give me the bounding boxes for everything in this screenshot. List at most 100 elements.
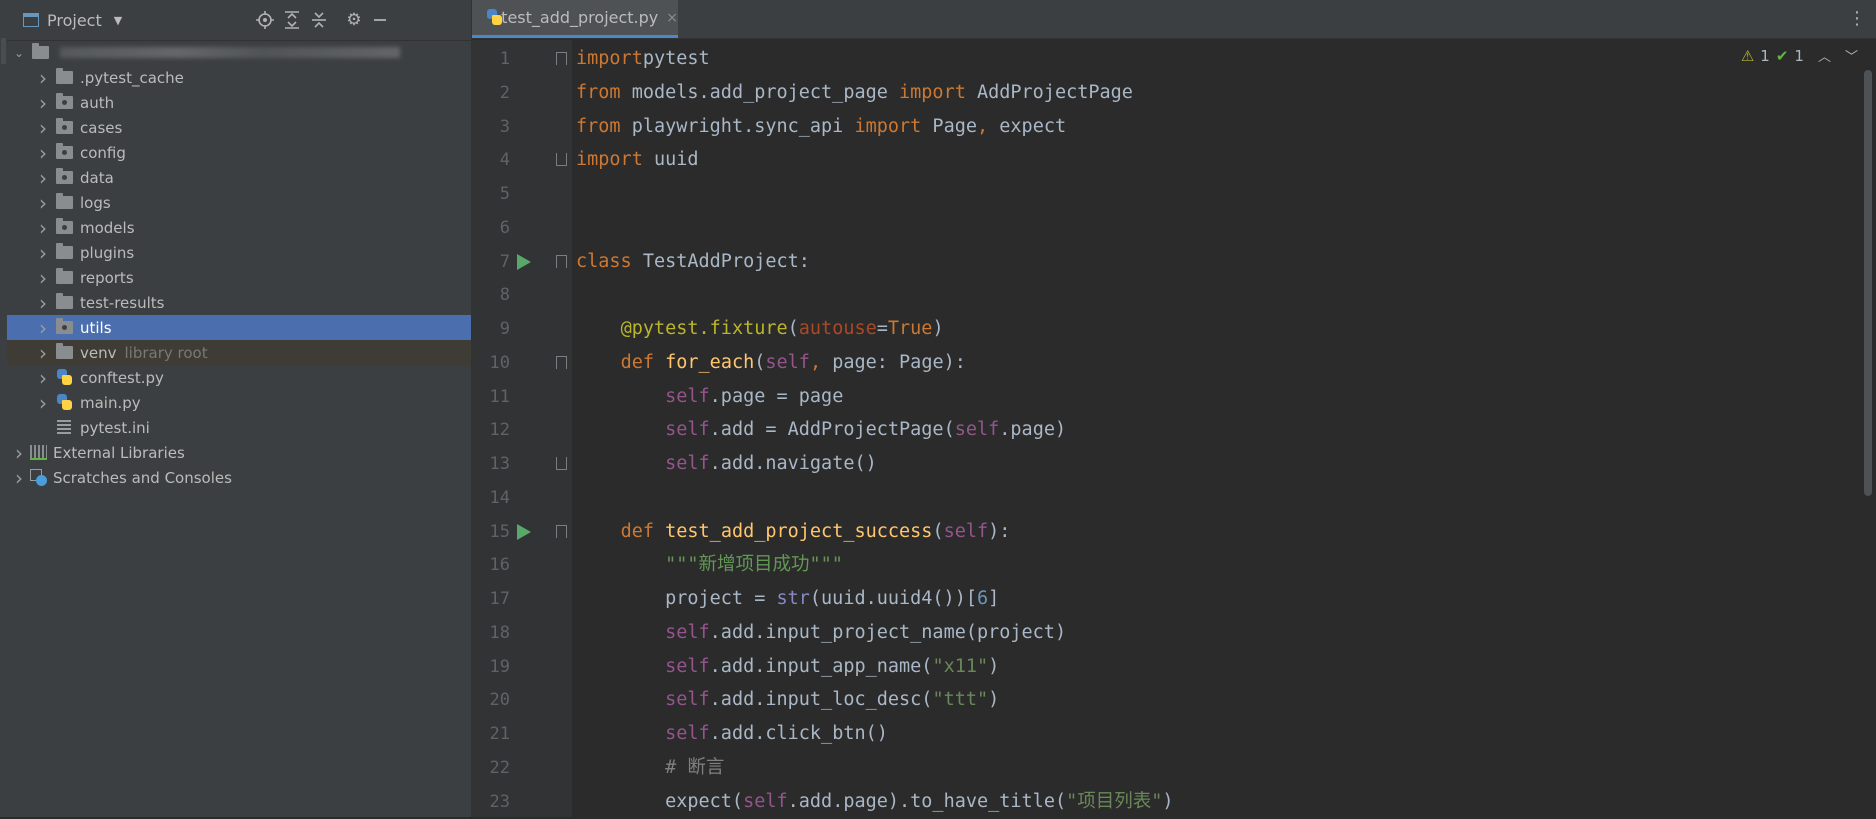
folder-icon (56, 268, 73, 284)
chevron-right-icon[interactable]: › (37, 91, 49, 115)
ini-file-icon (57, 420, 71, 435)
chevron-right-icon[interactable]: › (37, 191, 49, 215)
tab-test-add-project[interactable]: test_add_project.py × (472, 0, 678, 38)
editor-gutter: 1 2 3 4 5 6 7 8 9 10 11 12 13 14 15 16 17 18 19 20 21 22 23 (472, 40, 572, 817)
code-line: class TestAddProject: (576, 250, 810, 272)
fold-end-icon[interactable] (556, 457, 567, 470)
chevron-right-icon[interactable]: › (13, 466, 25, 490)
tree-item-label: External Libraries (53, 443, 185, 462)
chevron-right-icon[interactable]: › (37, 241, 49, 265)
chevron-down-icon[interactable]: ﹀ (1845, 46, 1858, 65)
close-icon[interactable]: × (666, 10, 678, 26)
minimize-icon[interactable] (369, 9, 391, 31)
line-number: 15 (489, 521, 510, 542)
line-number: 16 (489, 555, 510, 576)
chevron-right-icon[interactable]: › (37, 341, 49, 365)
project-panel: Project ▼ ⚙ ⌄ › .pytest_cache › auth › cases ›… (7, 0, 472, 817)
project-window-icon (23, 13, 39, 27)
line-number: 13 (489, 454, 510, 474)
tree-root[interactable]: ⌄ (7, 40, 471, 65)
tree-item[interactable]: › test-results (7, 290, 471, 315)
fold-expanded-icon[interactable] (556, 52, 567, 65)
fold-end-icon[interactable] (556, 153, 567, 167)
code-line: def for_each(self, page: Page): (620, 351, 966, 373)
fold-expanded-icon[interactable] (556, 524, 567, 538)
line-number: 1 (499, 49, 510, 69)
vertical-scrollbar[interactable] (1864, 70, 1872, 496)
chevron-right-icon[interactable]: › (13, 441, 25, 465)
run-icon[interactable] (517, 523, 531, 540)
tree-item[interactable]: › .pytest_cache (7, 65, 471, 90)
gear-icon[interactable]: ⚙ (343, 9, 365, 31)
chevron-right-icon[interactable]: › (37, 291, 49, 315)
chevron-right-icon[interactable]: › (37, 141, 49, 165)
chevron-right-icon[interactable]: › (37, 66, 49, 90)
tree-item[interactable]: pytest.ini (7, 415, 471, 440)
tree-item[interactable]: › models (7, 215, 471, 240)
package-folder-icon (56, 168, 73, 184)
expand-all-icon[interactable] (281, 9, 303, 31)
code-line: @pytest.fixture(autouse=True) (620, 318, 944, 339)
project-panel-header: Project ▼ ⚙ (7, 0, 471, 41)
project-tool-window-tab[interactable] (1, 38, 6, 64)
code-editor[interactable]: importpytest from models.add_project_page… (572, 40, 1862, 817)
line-number: 4 (499, 150, 510, 171)
code-line: importpytest (576, 48, 710, 69)
scratches-icon (30, 469, 47, 486)
fold-expanded-icon[interactable] (556, 254, 567, 268)
fold-expanded-icon[interactable] (556, 355, 567, 369)
chevron-down-icon[interactable]: ▼ (114, 14, 122, 27)
locate-icon[interactable] (254, 9, 276, 31)
tree-item[interactable]: › data (7, 165, 471, 190)
library-root-hint: library root (124, 343, 208, 362)
chevron-right-icon[interactable]: › (37, 391, 49, 415)
python-file-icon (56, 394, 72, 411)
project-view-selector[interactable]: Project ▼ (23, 10, 122, 30)
line-number: 18 (489, 622, 510, 643)
check-count: 1 (1794, 46, 1804, 65)
inspection-status[interactable]: ⚠ 1 ✔ 1 ︿ ﹀ (1740, 46, 1858, 66)
tree-item[interactable]: › auth (7, 90, 471, 115)
chevron-right-icon[interactable]: › (37, 366, 49, 390)
tree-item[interactable]: › cases (7, 115, 471, 140)
package-folder-icon (56, 143, 73, 159)
line-number: 2 (499, 82, 510, 103)
line-number: 21 (489, 724, 510, 744)
tree-item[interactable]: › config (7, 140, 471, 165)
chevron-right-icon[interactable]: › (37, 116, 49, 140)
tree-item-label: auth (80, 93, 115, 112)
tree-item-label: Scratches and Consoles (53, 468, 232, 487)
tree-item[interactable]: › venv library root (7, 340, 471, 365)
line-number: 23 (489, 791, 510, 812)
package-folder-icon (56, 93, 73, 109)
tree-item[interactable]: › External Libraries (7, 440, 471, 465)
warning-icon: ⚠ (1740, 46, 1755, 65)
line-number: 22 (489, 757, 510, 778)
tree-item[interactable]: › reports (7, 265, 471, 290)
libraries-icon (30, 445, 47, 460)
chevron-right-icon[interactable]: › (37, 316, 49, 340)
tree-item[interactable]: › plugins (7, 240, 471, 265)
tree-item-label: test-results (80, 293, 165, 312)
collapse-all-icon[interactable] (308, 9, 330, 31)
line-number: 14 (489, 487, 510, 508)
code-line: self.add = AddProjectPage(self.page) (665, 419, 1067, 441)
tree-item[interactable]: › Scratches and Consoles (7, 465, 471, 490)
chevron-right-icon[interactable]: › (37, 166, 49, 190)
check-icon: ✔ (1775, 46, 1789, 65)
tree-item[interactable]: › main.py (7, 390, 471, 415)
tree-item[interactable]: › logs (7, 190, 471, 215)
more-options-icon[interactable]: ⋮ (1848, 8, 1866, 29)
chevron-right-icon[interactable]: › (37, 266, 49, 290)
line-number: 17 (489, 589, 510, 609)
tree-item[interactable]: › utils (7, 315, 471, 340)
code-line: from models.add_project_page import AddP… (576, 81, 1133, 103)
chevron-up-icon[interactable]: ︿ (1818, 46, 1831, 65)
warning-count: 1 (1760, 46, 1770, 65)
tree-item-label: utils (80, 318, 112, 337)
run-icon[interactable] (517, 253, 531, 270)
chevron-down-icon[interactable]: ⌄ (13, 46, 25, 60)
chevron-right-icon[interactable]: › (37, 216, 49, 240)
tree-item[interactable]: › conftest.py (7, 365, 471, 390)
line-number: 10 (489, 352, 510, 373)
